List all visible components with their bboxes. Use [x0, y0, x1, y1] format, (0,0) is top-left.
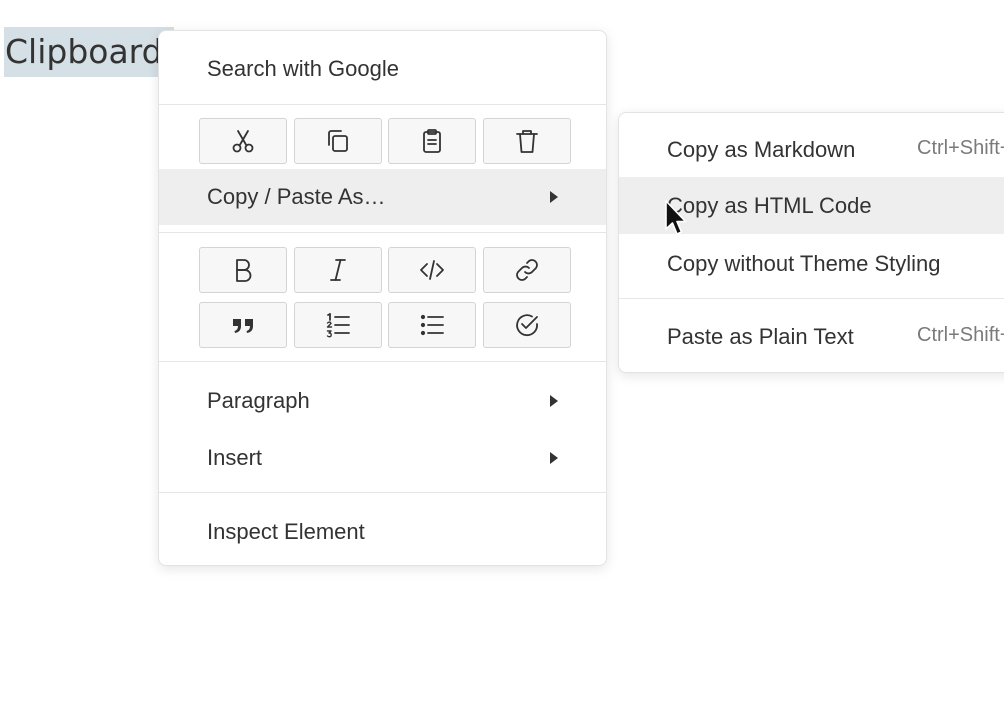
- delete-button[interactable]: [483, 118, 571, 164]
- submenu-arrow-icon: [550, 395, 558, 407]
- bullet-list-button[interactable]: [388, 302, 476, 348]
- link-icon: [516, 259, 538, 281]
- submenu-arrow-icon: [550, 452, 558, 464]
- context-menu: Search with Google Copy / Paste As… Para…: [158, 30, 607, 566]
- insert-item[interactable]: Insert: [159, 434, 606, 482]
- scissors-icon: [232, 130, 254, 153]
- copy-as-markdown-shortcut: Ctrl+Shift+C: [917, 137, 1004, 159]
- mouse-cursor-icon: [665, 200, 687, 235]
- bold-icon: [236, 259, 252, 282]
- link-button[interactable]: [483, 247, 571, 293]
- menu-separator: [159, 104, 606, 105]
- clipboard-icon: [423, 129, 441, 153]
- trash-icon: [516, 130, 538, 153]
- insert-label: Insert: [207, 445, 263, 470]
- search-with-google-label: Search with Google: [207, 56, 399, 81]
- copy-as-html-label: Copy as HTML Code: [667, 192, 872, 218]
- inspect-element-item[interactable]: Inspect Element: [159, 508, 606, 556]
- search-with-google-item[interactable]: Search with Google: [159, 47, 606, 91]
- menu-separator: [159, 232, 606, 233]
- paste-as-plain-text-item[interactable]: Paste as Plain Text Ctrl+Shift+V: [619, 310, 1004, 364]
- quote-icon: [233, 319, 253, 333]
- quote-button[interactable]: [199, 302, 287, 348]
- copy-paste-as-label: Copy / Paste As…: [207, 184, 386, 209]
- task-list-button[interactable]: [483, 302, 571, 348]
- code-icon: [420, 260, 444, 280]
- submenu-arrow-icon: [550, 191, 558, 203]
- bullet-list-icon: [420, 314, 444, 336]
- paste-button[interactable]: [388, 118, 476, 164]
- menu-separator: [619, 298, 1004, 299]
- paragraph-item[interactable]: Paragraph: [159, 377, 606, 425]
- copy-paste-as-item[interactable]: Copy / Paste As…: [159, 169, 606, 225]
- italic-icon: [330, 259, 346, 281]
- ordered-list-icon: [326, 313, 350, 338]
- code-button[interactable]: [388, 247, 476, 293]
- selected-document-text[interactable]: Clipboard: [4, 27, 174, 77]
- copy-button[interactable]: [294, 118, 382, 164]
- ordered-list-button[interactable]: [294, 302, 382, 348]
- copy-icon: [328, 130, 348, 152]
- copy-without-theme-label: Copy without Theme Styling: [667, 251, 941, 276]
- task-list-icon: [516, 314, 538, 337]
- menu-separator: [159, 361, 606, 362]
- copy-without-theme-item[interactable]: Copy without Theme Styling: [619, 237, 1004, 291]
- italic-button[interactable]: [294, 247, 382, 293]
- menu-separator: [159, 492, 606, 493]
- inspect-element-label: Inspect Element: [207, 519, 365, 544]
- cut-button[interactable]: [199, 118, 287, 164]
- bold-button[interactable]: [199, 247, 287, 293]
- copy-as-markdown-item[interactable]: Copy as Markdown Ctrl+Shift+C: [619, 123, 1004, 177]
- paragraph-label: Paragraph: [207, 388, 310, 413]
- paste-as-plain-text-shortcut: Ctrl+Shift+V: [917, 324, 1004, 346]
